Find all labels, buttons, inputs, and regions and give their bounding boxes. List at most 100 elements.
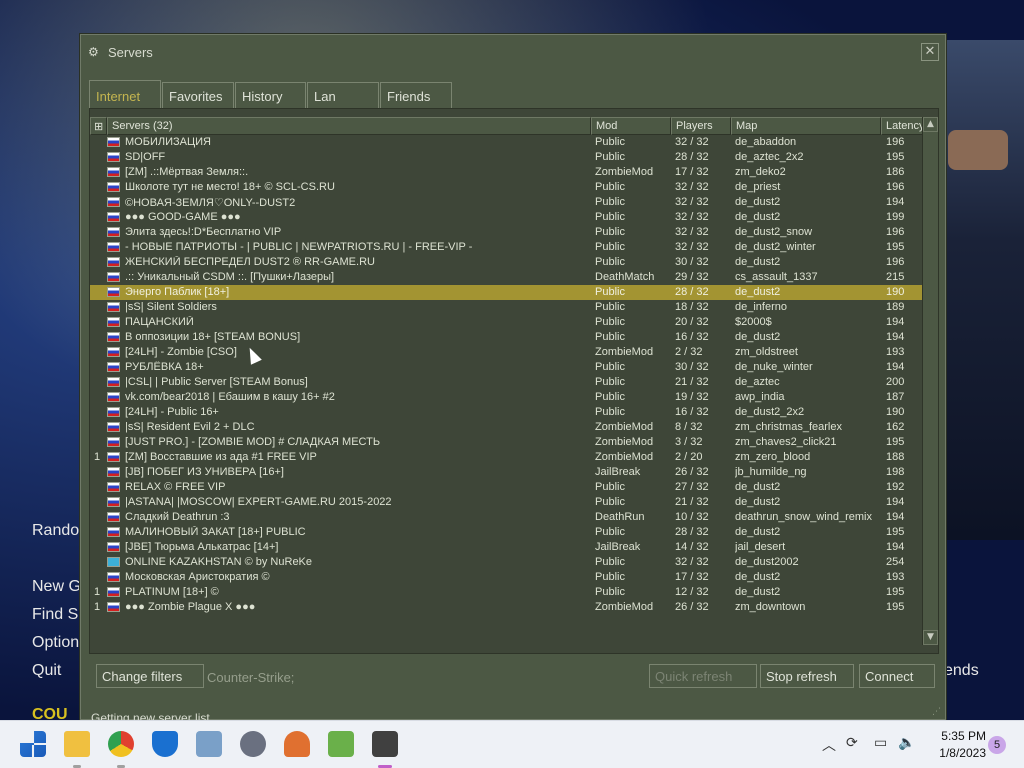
country-flag-icon	[107, 602, 120, 612]
server-name: - НОВЫЕ ПАТРИОТЫ - | PUBLIC | NEWPATRIOT…	[125, 241, 473, 253]
server-row[interactable]: [24LH] - Zombie [CSO] ZombieMod 2 / 32 zm_o…	[90, 345, 923, 360]
country-flag-icon	[107, 542, 120, 552]
server-row[interactable]: Школоте тут не место! 18+ © SCL-CS.RU Pub…	[90, 180, 923, 195]
server-latency: 196	[886, 226, 905, 238]
server-row[interactable]: 1 ●●● Zombie Plague X ●●● ZombieMod 26 / 32…	[90, 600, 923, 615]
change-filters-button[interactable]: Change filters	[96, 664, 204, 688]
server-players: 16 / 32	[675, 331, 709, 343]
photos-icon[interactable]	[196, 731, 222, 757]
network-icon[interactable]: ▭	[874, 735, 887, 751]
resize-grip-icon[interactable]: ⋰	[932, 707, 941, 717]
server-mod: Public	[595, 286, 625, 298]
server-players: 8 / 32	[675, 421, 703, 433]
tab-history[interactable]: History	[235, 82, 306, 108]
server-row[interactable]: МОБИЛИЗАЦИЯ Public 32 / 32 de_abaddon 196	[90, 135, 923, 150]
counter-strike-icon[interactable]	[372, 731, 398, 757]
column-map-header[interactable]: Map	[731, 117, 881, 135]
tab-lan[interactable]: Lan	[307, 82, 379, 108]
quick-refresh-button[interactable]: Quick refresh	[649, 664, 757, 688]
server-players: 27 / 32	[675, 481, 709, 493]
server-row[interactable]: Энерго Паблик [18+] Public 28 / 32 de_dust2…	[90, 285, 923, 300]
server-map: zm_downtown	[735, 601, 806, 613]
server-row[interactable]: Московская Аристократия © Public 17 / 32 de…	[90, 570, 923, 585]
notification-badge[interactable]: 5	[988, 736, 1006, 754]
server-row[interactable]: [JUST PRO.] - [ZOMBIE MOD] # СЛАДКАЯ МЕС…	[90, 435, 923, 450]
server-row[interactable]: ●●● GOOD-GAME ●●● Public 32 / 32 de_dust2 19…	[90, 210, 923, 225]
connect-button[interactable]: Connect	[859, 664, 935, 688]
server-map: de_priest	[735, 181, 781, 193]
country-flag-icon	[107, 182, 120, 192]
server-row[interactable]: РУБЛЁВКА 18+ Public 30 / 32 de_nuke_winter 1…	[90, 360, 923, 375]
server-row[interactable]: 1 [ZM] Восставшие из ада #1 FREE VIP Zombi…	[90, 450, 923, 465]
server-latency: 195	[886, 241, 905, 253]
column-latency-header[interactable]: Latency	[881, 117, 925, 135]
server-row[interactable]: Сладкий Deathrun :3 DeathRun 10 / 32 deathr…	[90, 510, 923, 525]
sync-icon[interactable]: ⟳	[846, 735, 858, 751]
stop-refresh-button[interactable]: Stop refresh	[760, 664, 854, 688]
country-flag-icon	[107, 197, 120, 207]
server-row[interactable]: [24LH] - Public 16+ Public 16 / 32 de_dust2…	[90, 405, 923, 420]
server-row[interactable]: В оппозиции 18+ [STEAM BONUS] Public 16 / …	[90, 330, 923, 345]
server-row[interactable]: SD|OFF Public 28 / 32 de_aztec_2x2 195	[90, 150, 923, 165]
server-row[interactable]: - НОВЫЕ ПАТРИОТЫ - | PUBLIC | NEWPATRIOT…	[90, 240, 923, 255]
server-players: 16 / 32	[675, 406, 709, 418]
volume-icon[interactable]: 🔈	[898, 735, 915, 751]
game-menu-options[interactable]: Option	[32, 634, 79, 652]
server-row[interactable]: Элита здесь!:D*Бесплатно VIP Public 32 / 3…	[90, 225, 923, 240]
server-row[interactable]: .:: Уникальный CSDM ::. [Пушки+Лазеры] De…	[90, 270, 923, 285]
title-bar[interactable]: ⚙ Servers ✕	[81, 35, 945, 69]
game-menu-quit[interactable]: Quit	[32, 662, 61, 680]
server-players: 3 / 32	[675, 436, 703, 448]
column-players-header[interactable]: Players	[671, 117, 731, 135]
server-mod: Public	[595, 331, 625, 343]
column-mod-header[interactable]: Mod	[591, 117, 671, 135]
clock[interactable]: 5:35 PM 1/8/2023	[926, 728, 986, 762]
settings-gear-icon[interactable]	[240, 731, 266, 757]
server-row[interactable]: vk.com/bear2018 | Ебашим в кашу 16+ #2 Pu…	[90, 390, 923, 405]
game-menu-find-servers[interactable]: Find S	[32, 606, 78, 624]
column-password-header[interactable]: ⊞	[90, 117, 107, 135]
tab-favorites[interactable]: Favorites	[162, 82, 234, 108]
server-row[interactable]: [ZM] .::Мёртвая Земля::. ZombieMod 17 / 32…	[90, 165, 923, 180]
server-latency: 194	[886, 541, 905, 553]
server-map: de_abaddon	[735, 136, 797, 148]
country-flag-icon	[107, 557, 120, 567]
column-servers-header[interactable]: Servers (32)	[107, 117, 591, 135]
server-players: 12 / 32	[675, 586, 709, 598]
close-button[interactable]: ✕	[921, 43, 939, 61]
paint-icon[interactable]	[284, 731, 310, 757]
server-players: 20 / 32	[675, 316, 709, 328]
server-row[interactable]: |ASTANA| |MOSCOW| EXPERT-GAME.RU 2015-20…	[90, 495, 923, 510]
server-mod: DeathRun	[595, 511, 645, 523]
tab-internet[interactable]: Internet	[89, 80, 161, 108]
server-row[interactable]: ONLINE KAZAKHSTAN © by NuReKe Public 32 / …	[90, 555, 923, 570]
server-row[interactable]: [JBE] Тюрьма Алькатрас [14+] JailBreak 14 …	[90, 540, 923, 555]
server-row[interactable]: ПАЦАНСКИЙ Public 20 / 32 $2000$ 194	[90, 315, 923, 330]
server-name: ONLINE KAZAKHSTAN © by NuReKe	[125, 556, 313, 568]
scroll-down-arrow-icon[interactable]: ▼	[923, 630, 938, 645]
server-row[interactable]: [JB] ПОБЕГ ИЗ УНИВЕРА [16+] JailBreak 26 /…	[90, 465, 923, 480]
server-row[interactable]: ©НОВАЯ-ЗЕМЛЯ♡ONLY--DUST2 Public 32 / 32 de_…	[90, 195, 923, 210]
server-row[interactable]: ЖЕНСКИЙ БЕСПРЕДЕЛ DUST2 ® RR-GAME.RU Publ…	[90, 255, 923, 270]
server-latency: 200	[886, 376, 905, 388]
server-row[interactable]: МАЛИНОВЫЙ ЗАКАТ [18+] PUBLIC Public 28 / 3…	[90, 525, 923, 540]
show-hidden-icons-chevron-icon[interactable]: ︿	[822, 735, 836, 755]
server-row[interactable]: RELAX © FREE VIP Public 27 / 32 de_dust2 192	[90, 480, 923, 495]
scroll-up-arrow-icon[interactable]: ▲	[923, 117, 938, 132]
server-row[interactable]: 1 PLATINUM [18+] © Public 12 / 32 de_dust2 19…	[90, 585, 923, 600]
server-row[interactable]: |sS| Resident Evil 2 + DLC ZombieMod 8 / 3…	[90, 420, 923, 435]
game-menu-new-game[interactable]: New G	[32, 578, 81, 596]
server-list-scrollbar[interactable]: ▲ ▼	[922, 117, 938, 645]
server-row[interactable]: |sS| Silent Soldiers Public 18 / 32 de_infe…	[90, 300, 923, 315]
server-map: de_dust2	[735, 256, 781, 268]
tab-friends[interactable]: Friends	[380, 82, 452, 108]
game-menu-random[interactable]: Rando	[32, 522, 79, 540]
country-flag-icon	[107, 167, 120, 177]
security-shield-icon[interactable]	[152, 731, 178, 757]
windows-start-icon[interactable]	[20, 731, 46, 757]
chrome-icon[interactable]	[108, 731, 134, 757]
file-explorer-icon[interactable]	[64, 731, 90, 757]
server-row[interactable]: |CSL| | Public Server [STEAM Bonus] Publi…	[90, 375, 923, 390]
game-menu-friends-partial[interactable]: ends	[944, 662, 979, 680]
notepad-icon[interactable]	[328, 731, 354, 757]
